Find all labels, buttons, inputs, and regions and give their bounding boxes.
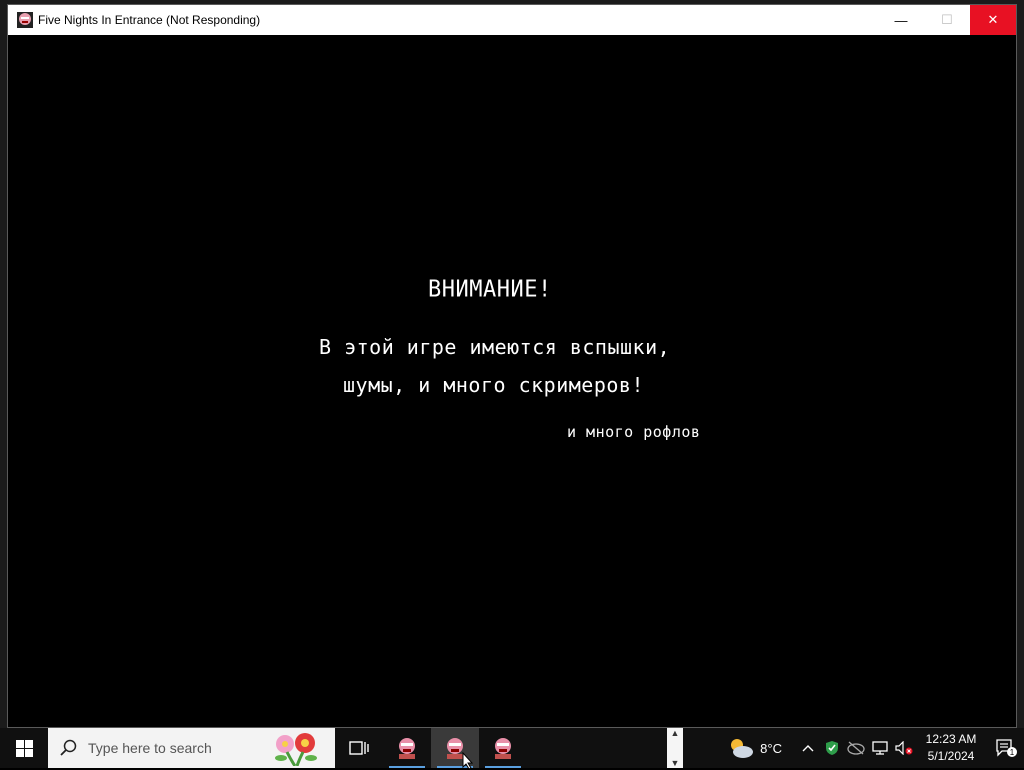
partly-cloudy-icon: [731, 739, 754, 758]
game-window: Five Nights In Entrance (Not Responding)…: [7, 4, 1017, 728]
flowers-icon: [275, 733, 317, 766]
chevron-up-icon[interactable]: ▲: [671, 728, 680, 738]
taskbar-app-1[interactable]: [383, 728, 431, 768]
game-app-icon: [495, 738, 511, 759]
maximize-button[interactable]: ☐: [924, 5, 970, 35]
warning-line-2: шумы, и много скримеров!: [343, 373, 644, 397]
network-tray-button[interactable]: [868, 728, 892, 768]
cloud-off-icon: [847, 741, 865, 755]
chevron-up-icon: [802, 745, 814, 752]
system-tray: 8°C 12:23 AM 5/1/2024 1: [728, 728, 1024, 768]
clock-time: 12:23 AM: [925, 732, 977, 746]
chevron-down-icon[interactable]: ▼: [671, 758, 680, 768]
notification-icon: 1: [996, 739, 1017, 757]
weather-widget[interactable]: 8°C: [728, 737, 782, 759]
clock[interactable]: 12:23 AM 5/1/2024: [920, 731, 982, 765]
close-button[interactable]: ✕: [970, 5, 1016, 35]
taskbar: Type here to search ▲ ▼ 8°C 12:23 AM 5/1…: [0, 728, 1024, 768]
notification-center-button[interactable]: 1: [988, 728, 1024, 768]
notification-count: 1: [1010, 748, 1015, 757]
volume-tray-button[interactable]: [892, 728, 916, 768]
mouse-cursor-icon: [462, 752, 474, 770]
window-title: Five Nights In Entrance (Not Responding): [38, 13, 261, 27]
task-view-icon: [349, 741, 369, 755]
title-bar[interactable]: Five Nights In Entrance (Not Responding)…: [8, 5, 1016, 35]
app-icon: [17, 12, 33, 28]
warning-line-1: В этой игре имеются вспышки,: [319, 335, 671, 359]
warning-note: и много рофлов: [567, 423, 701, 441]
search-box[interactable]: Type here to search: [48, 728, 335, 768]
taskbar-app-3[interactable]: [479, 728, 527, 768]
network-icon: [872, 741, 888, 755]
volume-muted-icon: [895, 741, 913, 755]
start-button[interactable]: [0, 728, 48, 768]
show-hidden-icons-button[interactable]: [796, 728, 820, 768]
clock-date: 5/1/2024: [927, 749, 975, 763]
taskbar-scroll[interactable]: ▲ ▼: [667, 728, 683, 768]
search-icon: [60, 739, 77, 756]
minimize-button[interactable]: —: [878, 5, 924, 35]
windows-logo-icon: [15, 739, 33, 757]
onedrive-tray-button[interactable]: [844, 728, 868, 768]
shield-check-icon: [826, 741, 838, 755]
weather-temperature: 8°C: [760, 740, 782, 756]
search-placeholder: Type here to search: [88, 740, 212, 756]
game-app-icon: [399, 738, 415, 759]
warning-title: ВНИМАНИЕ!: [428, 276, 552, 303]
security-tray-button[interactable]: [820, 728, 844, 768]
task-view-button[interactable]: [335, 728, 383, 768]
